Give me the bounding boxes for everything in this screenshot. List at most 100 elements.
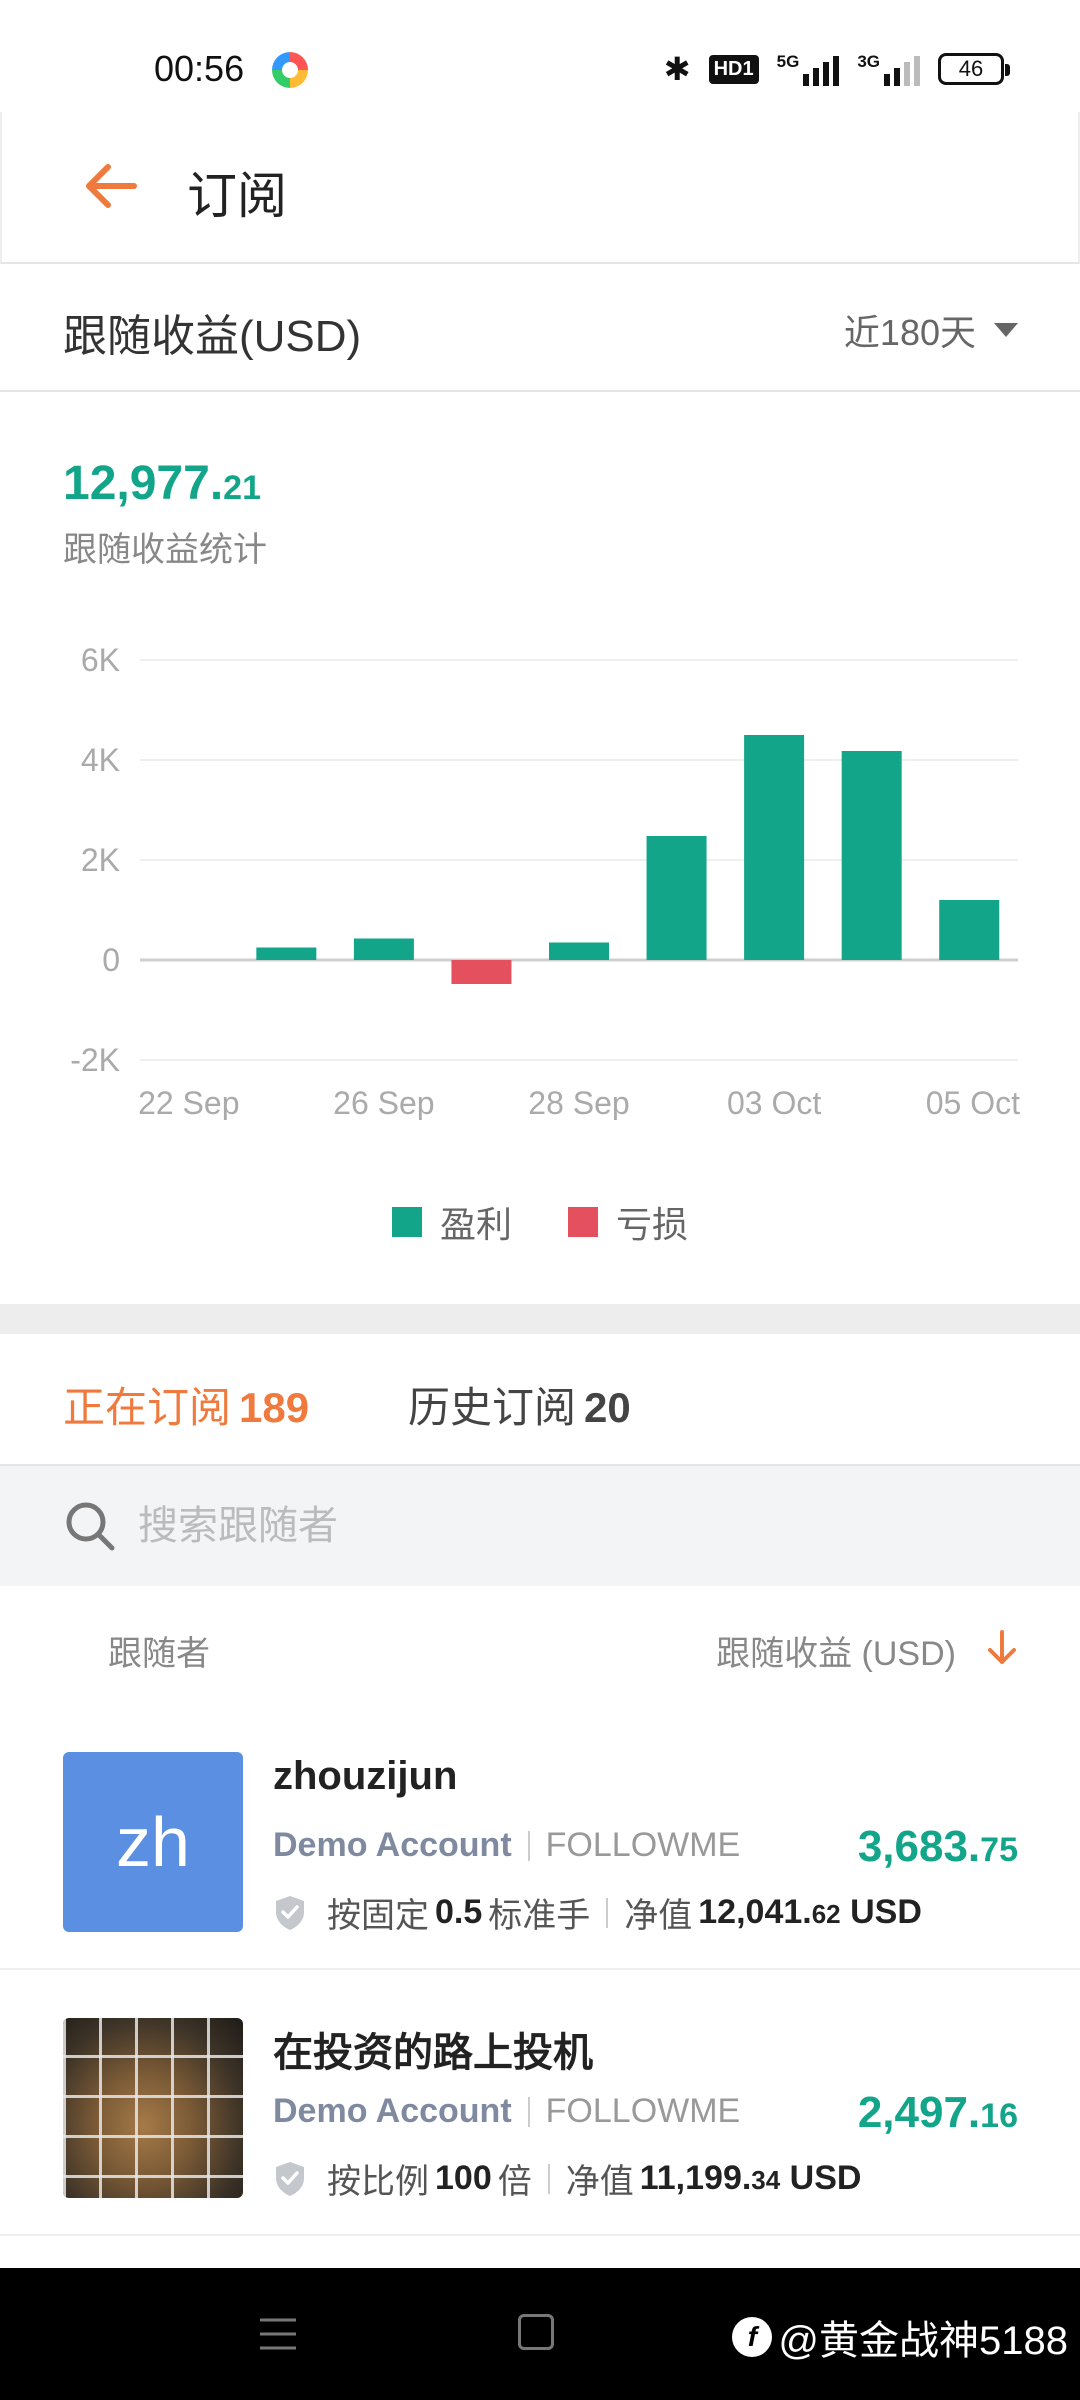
status-icons: ✱ HD1 5G 3G 46 bbox=[663, 50, 1010, 88]
back-arrow-icon[interactable] bbox=[82, 162, 138, 210]
follow-mode-suffix: 倍 bbox=[497, 2163, 532, 2201]
tab-history-label: 历史订阅 bbox=[408, 1384, 577, 1431]
profit-bar bbox=[841, 751, 902, 960]
follower-name: zhouzijun bbox=[273, 1754, 458, 1798]
follower-name: 在投资的路上投机 bbox=[273, 2031, 593, 2075]
divider bbox=[606, 1897, 609, 1928]
search-icon bbox=[66, 1502, 115, 1551]
profit-bar bbox=[256, 947, 317, 960]
follow-mode-prefix: 按比例 bbox=[327, 2163, 429, 2201]
legend-loss-label: 亏损 bbox=[616, 1204, 689, 1245]
net-value-unit: USD bbox=[789, 2159, 862, 2197]
earnings-int: 3,683. bbox=[857, 1822, 981, 1871]
follower-list-item[interactable]: 在投资的路上投机 Demo Account FOLLOWME 2,497.16 … bbox=[0, 1970, 1080, 2236]
net-value-unit: USD bbox=[850, 1893, 922, 1931]
earnings-column-header[interactable]: 跟随收益 (USD) bbox=[716, 1626, 956, 1675]
y-tick-label: 2K bbox=[81, 842, 120, 878]
follower-list-item[interactable]: zh zhouzijun Demo Account FOLLOWME 3,683… bbox=[0, 1704, 1080, 1970]
broker-name: FOLLOWME bbox=[545, 2092, 741, 2130]
tab-active-subscriptions[interactable]: 正在订阅 189 bbox=[63, 1374, 310, 1475]
avatar: zh bbox=[63, 1752, 243, 1932]
home-icon[interactable] bbox=[518, 2314, 554, 2350]
divider bbox=[547, 2163, 550, 2194]
sort-desc-arrow-icon[interactable] bbox=[984, 1628, 1020, 1668]
divider bbox=[527, 2096, 530, 2127]
x-tick-label: 03 Oct bbox=[727, 1085, 821, 1120]
earnings-dec: 75 bbox=[980, 1831, 1018, 1869]
y-tick-label: -2K bbox=[70, 1042, 120, 1078]
earnings-bar-chart: 6K 4K 2K 0 -2K 22 Sep 26 Sep 28 Sep 03 Oct 05 Oct bbox=[70, 642, 1020, 1120]
app-header: 订阅 bbox=[0, 112, 1080, 264]
signal-5g-label: 5G bbox=[776, 52, 800, 71]
legend-loss-swatch bbox=[568, 1207, 598, 1237]
chart-legend: 盈利 亏损 bbox=[0, 1196, 1080, 1248]
shield-check-icon bbox=[276, 1895, 304, 1930]
y-tick-label: 0 bbox=[102, 942, 120, 978]
search-input[interactable] bbox=[138, 1496, 998, 1556]
legend-profit: 盈利 bbox=[391, 1196, 512, 1248]
period-dropdown[interactable]: 近180天 bbox=[844, 304, 1018, 356]
tab-history-subscriptions[interactable]: 历史订阅 20 bbox=[408, 1374, 631, 1435]
bluetooth-icon: ✱ bbox=[663, 51, 691, 87]
account-type: Demo Account bbox=[273, 2092, 512, 2130]
tab-active-count: 189 bbox=[239, 1384, 310, 1431]
follow-mode-suffix: 标准手 bbox=[488, 1897, 591, 1935]
total-earnings-value: 12,977.21 bbox=[63, 456, 261, 511]
hd-icon: HD1 bbox=[708, 54, 759, 84]
x-tick-label: 28 Sep bbox=[528, 1085, 629, 1120]
account-type: Demo Account bbox=[273, 1826, 512, 1864]
net-value-dec: 62 bbox=[811, 1899, 841, 1929]
follow-mode-prefix: 按固定 bbox=[327, 1897, 429, 1935]
tab-history-count: 20 bbox=[584, 1384, 631, 1431]
total-earnings-int: 12,977. bbox=[63, 457, 224, 510]
app-notification-icon bbox=[272, 52, 308, 88]
watermark-text: @黄金战神5188 bbox=[778, 2319, 1068, 2363]
follower-column-header: 跟随者 bbox=[108, 1635, 210, 1673]
status-time: 00:56 bbox=[154, 48, 245, 89]
profit-bar bbox=[744, 735, 805, 960]
earnings-dec: 16 bbox=[980, 2097, 1018, 2135]
net-value-label: 净值 bbox=[624, 1897, 693, 1935]
net-value-dec: 34 bbox=[751, 2165, 781, 2195]
x-tick-label: 26 Sep bbox=[333, 1085, 434, 1120]
account-info: Demo Account FOLLOWME bbox=[273, 1826, 740, 1865]
profit-bar bbox=[646, 836, 707, 960]
shield-check-icon bbox=[276, 2161, 304, 2196]
system-nav-bar: f @黄金战神5188 bbox=[0, 2268, 1080, 2400]
status-bar: 00:56 ✱ HD1 5G 3G 46 bbox=[0, 0, 1080, 112]
follower-earnings: 3,683.75 bbox=[858, 1822, 1018, 1872]
profit-bar bbox=[549, 942, 609, 960]
battery-icon: 46 bbox=[938, 53, 1010, 85]
section-divider bbox=[0, 1304, 1080, 1334]
search-bar bbox=[0, 1466, 1080, 1586]
broker-name: FOLLOWME bbox=[545, 1826, 741, 1864]
earnings-filter-row: 跟随收益(USD) 近180天 bbox=[0, 264, 1080, 392]
legend-loss: 亏损 bbox=[568, 1196, 688, 1248]
net-value-amount: 11,199.34 USD bbox=[640, 2159, 862, 2198]
follow-mode-value: 100 bbox=[435, 2159, 492, 2197]
avatar bbox=[63, 2018, 243, 2198]
period-value: 近180天 bbox=[843, 312, 976, 353]
loss-bar bbox=[451, 960, 512, 984]
subscription-tabs: 正在订阅 189 历史订阅 20 bbox=[0, 1334, 1080, 1475]
follower-earnings: 2,497.16 bbox=[858, 2088, 1018, 2138]
net-value-amount: 12,041.62 USD bbox=[698, 1893, 922, 1932]
follow-details: 按比例 100 倍 净值 11,199.34 USD bbox=[273, 2154, 867, 2203]
caret-down-icon bbox=[994, 323, 1018, 337]
signal-3g-icon: 3G bbox=[857, 52, 920, 86]
divider bbox=[527, 1830, 530, 1861]
page-title: 订阅 bbox=[187, 168, 287, 224]
recent-apps-icon[interactable] bbox=[258, 2316, 298, 2352]
earnings-label: 跟随收益(USD) bbox=[63, 312, 362, 361]
net-value-int: 12,041. bbox=[698, 1893, 812, 1931]
total-earnings-label: 跟随收益统计 bbox=[63, 531, 267, 569]
profit-bar bbox=[939, 900, 1000, 960]
net-value-int: 11,199. bbox=[639, 2159, 752, 2197]
y-tick-label: 4K bbox=[81, 742, 120, 778]
account-info: Demo Account FOLLOWME bbox=[273, 2092, 740, 2131]
earnings-int: 2,497. bbox=[857, 2088, 981, 2137]
x-tick-label: 05 Oct bbox=[926, 1085, 1020, 1120]
legend-profit-swatch bbox=[391, 1207, 422, 1237]
list-header: 跟随者 跟随收益 (USD) bbox=[0, 1586, 1080, 1704]
y-tick-label: 6K bbox=[81, 642, 120, 678]
